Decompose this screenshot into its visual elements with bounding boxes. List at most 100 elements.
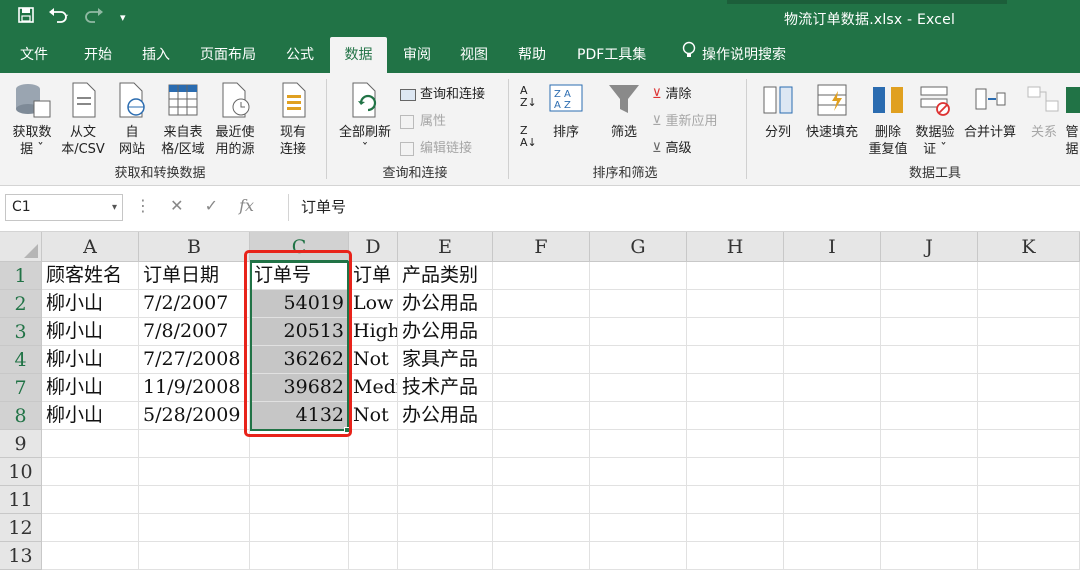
insert-function-icon[interactable]: fx: [239, 196, 254, 215]
recent-sources-button[interactable]: 最近使 用的源: [210, 81, 260, 158]
table-cell[interactable]: 办公用品: [398, 318, 493, 346]
table-cell[interactable]: [881, 318, 978, 346]
tab-insert[interactable]: 插入: [132, 37, 180, 73]
table-cell[interactable]: 11/9/2008: [139, 374, 250, 402]
column-header-b[interactable]: B: [139, 232, 250, 262]
header-cell[interactable]: 订单日期: [139, 262, 250, 290]
filter-button[interactable]: 筛选: [604, 81, 644, 141]
table-cell[interactable]: [687, 458, 784, 486]
row-header-9[interactable]: 9: [0, 430, 42, 458]
column-header-j[interactable]: J: [881, 232, 978, 262]
header-cell[interactable]: [881, 262, 978, 290]
column-header-h[interactable]: H: [687, 232, 784, 262]
column-header-f[interactable]: F: [493, 232, 590, 262]
worksheet-grid[interactable]: A B C D E F G H I J K 1 顾客姓名 订单日期 订单号 订单 产品类别 2 柳小山 7/2/200…: [0, 232, 1080, 575]
table-cell[interactable]: [398, 486, 493, 514]
table-cell[interactable]: [590, 514, 687, 542]
table-cell[interactable]: [590, 346, 687, 374]
row-header-1[interactable]: 1: [0, 262, 42, 290]
table-cell[interactable]: [493, 430, 590, 458]
redo-icon[interactable]: [84, 7, 106, 27]
queries-connections-button[interactable]: 查询和连接: [400, 83, 485, 102]
column-header-d[interactable]: D: [349, 232, 398, 262]
table-cell[interactable]: [978, 458, 1080, 486]
table-cell[interactable]: 技术产品: [398, 374, 493, 402]
enter-icon[interactable]: ✓: [205, 196, 218, 215]
table-cell[interactable]: [881, 430, 978, 458]
table-cell[interactable]: [687, 542, 784, 570]
tab-file[interactable]: 文件: [10, 37, 58, 73]
table-cell[interactable]: [590, 430, 687, 458]
row-header-8[interactable]: 8: [0, 402, 42, 430]
table-cell[interactable]: [398, 542, 493, 570]
table-cell[interactable]: [42, 430, 139, 458]
header-cell[interactable]: [493, 262, 590, 290]
table-cell[interactable]: 柳小山: [42, 402, 139, 430]
table-cell[interactable]: [493, 486, 590, 514]
table-cell[interactable]: 5/28/2009: [139, 402, 250, 430]
text-to-columns-button[interactable]: 分列: [758, 81, 798, 141]
table-cell[interactable]: [349, 542, 398, 570]
table-cell[interactable]: [250, 458, 349, 486]
table-cell[interactable]: [349, 486, 398, 514]
table-cell[interactable]: 柳小山: [42, 374, 139, 402]
tab-pdf-tools[interactable]: PDF工具集: [567, 37, 656, 73]
table-cell[interactable]: [881, 346, 978, 374]
sort-za-button[interactable]: Z A↓: [520, 125, 537, 149]
table-cell[interactable]: Not: [349, 346, 398, 374]
table-cell[interactable]: [687, 430, 784, 458]
from-table-range-button[interactable]: 来自表 格/区域: [158, 81, 208, 158]
save-icon[interactable]: [18, 7, 34, 27]
table-cell[interactable]: [590, 290, 687, 318]
consolidate-button[interactable]: 合并计算: [960, 81, 1020, 141]
table-cell[interactable]: [784, 514, 881, 542]
table-cell[interactable]: [590, 374, 687, 402]
tab-review[interactable]: 审阅: [393, 37, 441, 73]
table-cell[interactable]: [493, 346, 590, 374]
table-cell[interactable]: [978, 514, 1080, 542]
column-header-e[interactable]: E: [398, 232, 493, 262]
row-header-13[interactable]: 13: [0, 542, 42, 570]
column-header-g[interactable]: G: [590, 232, 687, 262]
column-header-a[interactable]: A: [42, 232, 139, 262]
table-cell[interactable]: [493, 402, 590, 430]
table-cell[interactable]: [590, 458, 687, 486]
table-cell[interactable]: 7/8/2007: [139, 318, 250, 346]
header-cell[interactable]: 订单: [349, 262, 398, 290]
tab-view[interactable]: 视图: [450, 37, 498, 73]
table-cell[interactable]: 7/27/2008: [139, 346, 250, 374]
table-cell[interactable]: [784, 486, 881, 514]
data-validation-button[interactable]: 数据验 证 ˇ: [910, 81, 960, 158]
table-cell[interactable]: [398, 514, 493, 542]
table-cell[interactable]: Medi: [349, 374, 398, 402]
table-cell[interactable]: [784, 458, 881, 486]
table-cell[interactable]: [978, 374, 1080, 402]
table-cell[interactable]: [881, 542, 978, 570]
sort-az-button[interactable]: A Z↓: [520, 85, 537, 109]
flash-fill-button[interactable]: 快速填充: [800, 81, 864, 141]
table-cell[interactable]: [687, 486, 784, 514]
from-web-button[interactable]: 自 网站: [112, 81, 152, 158]
row-header-4[interactable]: 4: [0, 346, 42, 374]
reapply-button[interactable]: ⊻ 重新应用: [652, 110, 718, 129]
relationships-button[interactable]: 关系: [1024, 81, 1064, 141]
column-header-k[interactable]: K: [978, 232, 1080, 262]
table-cell[interactable]: [139, 430, 250, 458]
header-cell[interactable]: [978, 262, 1080, 290]
refresh-all-button[interactable]: 全部刷新 ˇ: [334, 81, 396, 158]
table-cell[interactable]: [881, 402, 978, 430]
tab-formulas[interactable]: 公式: [276, 37, 324, 73]
table-cell[interactable]: [493, 514, 590, 542]
table-cell[interactable]: [978, 486, 1080, 514]
table-cell[interactable]: [978, 542, 1080, 570]
existing-connections-button[interactable]: 现有 连接: [268, 81, 318, 158]
table-cell[interactable]: [978, 290, 1080, 318]
table-cell[interactable]: [978, 402, 1080, 430]
row-header-10[interactable]: 10: [0, 458, 42, 486]
table-cell[interactable]: [349, 430, 398, 458]
table-cell[interactable]: [881, 514, 978, 542]
table-cell[interactable]: [978, 346, 1080, 374]
table-cell[interactable]: [687, 514, 784, 542]
table-cell[interactable]: [250, 486, 349, 514]
table-cell[interactable]: [687, 290, 784, 318]
